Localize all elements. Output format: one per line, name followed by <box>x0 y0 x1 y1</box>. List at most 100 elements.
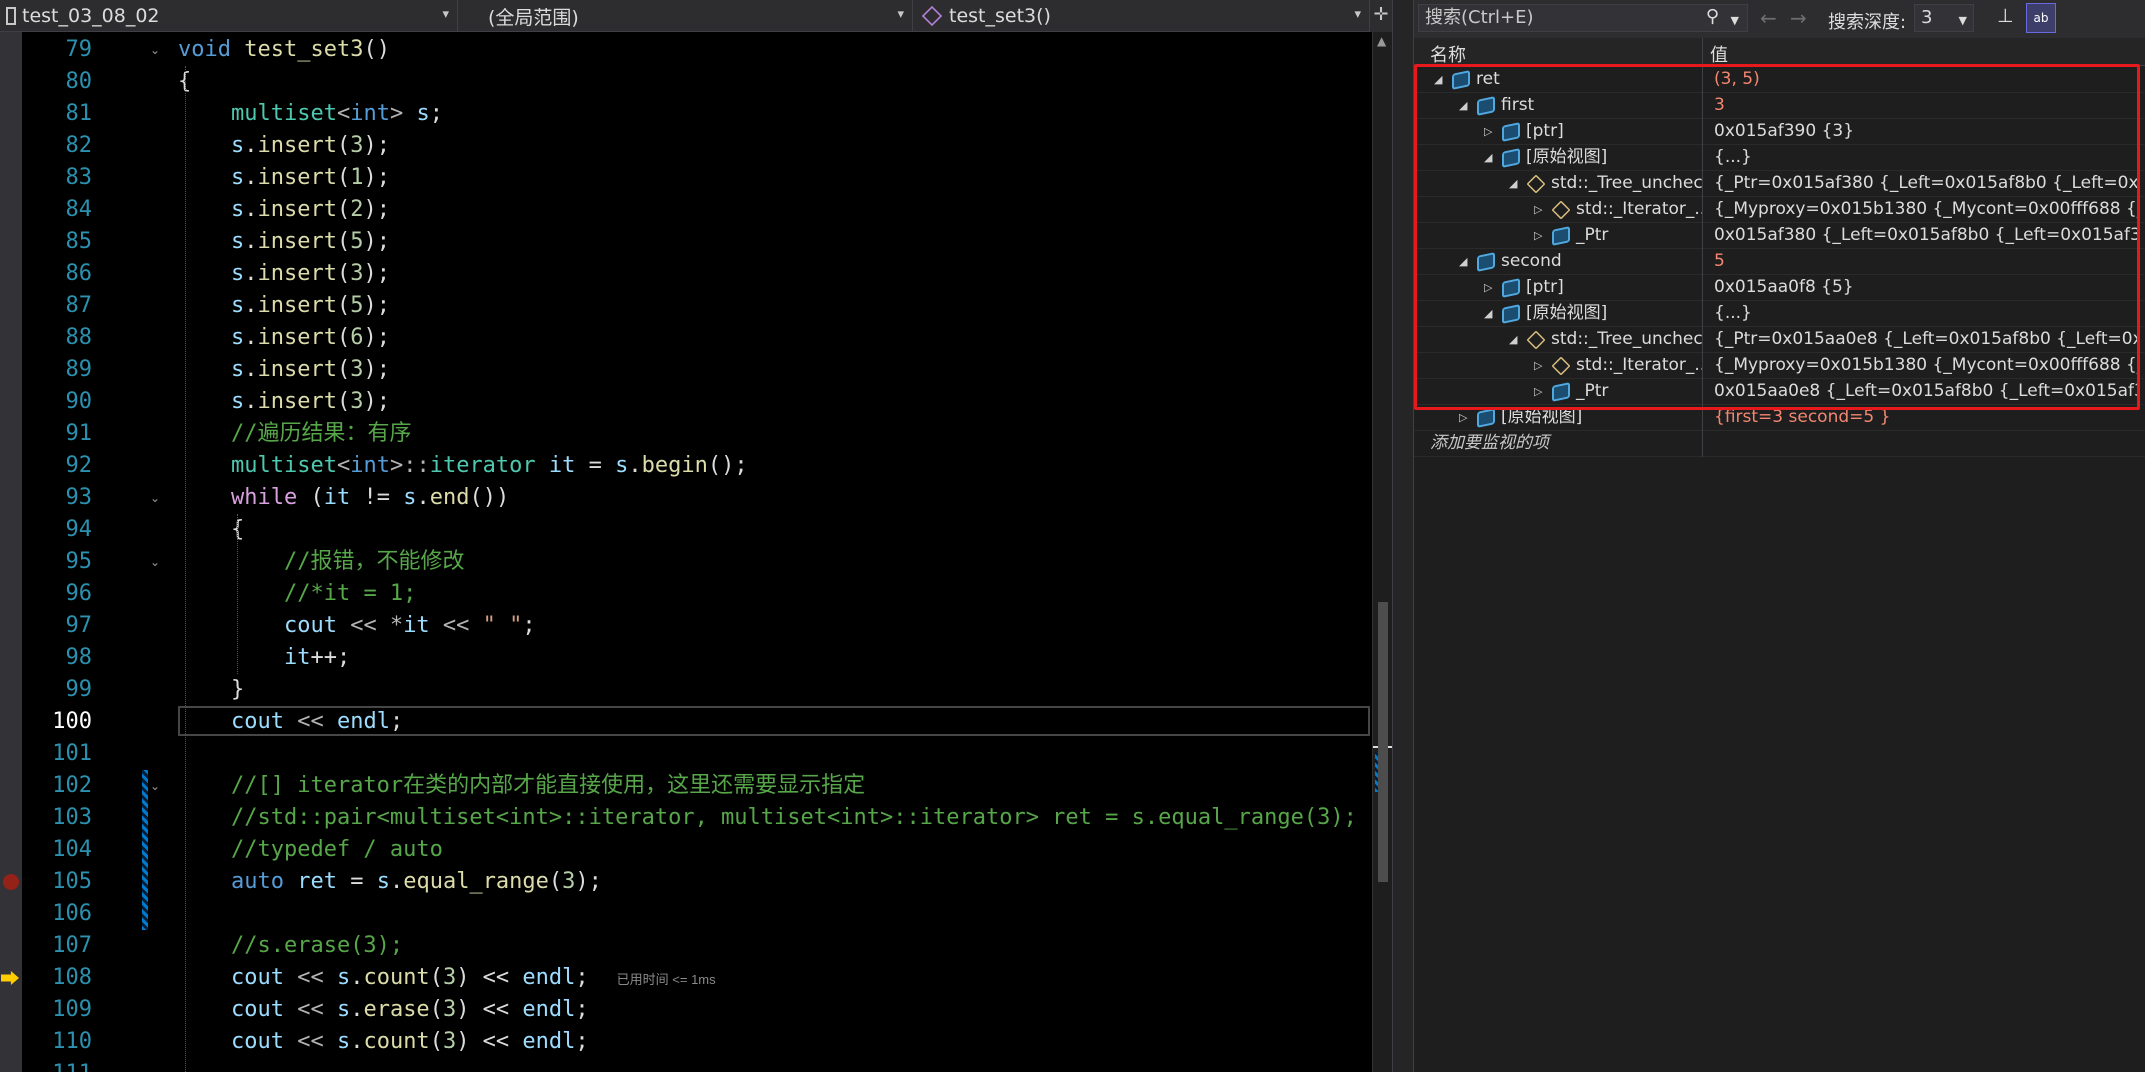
hex-display-toggle[interactable]: ab <box>2026 3 2056 33</box>
watch-search-input[interactable]: 搜索(Ctrl+E) ⚲ ▼ <box>1418 4 1748 32</box>
code-token: it <box>283 645 311 670</box>
code-token: ) << <box>456 1029 523 1054</box>
code-line[interactable]: //报错，不能修改 <box>178 546 1548 578</box>
code-token: ); <box>363 389 390 414</box>
code-token: << <box>283 709 337 734</box>
pin-icon[interactable]: ⊥ <box>1997 5 2014 27</box>
perf-tip[interactable]: 已用时间 <= 1ms <box>617 972 716 987</box>
code-line[interactable]: void test_set3() <box>178 34 1548 66</box>
fold-toggle-icon[interactable]: ⌄ <box>150 482 164 514</box>
code-line[interactable]: //遍历结果：有序 <box>178 418 1548 450</box>
code-line[interactable]: s.insert(5); <box>178 290 1548 322</box>
code-token: 3 <box>562 869 576 894</box>
code-line[interactable]: //s.erase(3); <box>178 930 1548 962</box>
code-token: 3 <box>350 389 364 414</box>
code-token: > <box>389 101 417 126</box>
code-line[interactable]: cout << s.count(3) << endl; 已用时间 <= 1ms <box>178 962 1548 994</box>
code-line[interactable]: cout << endl; <box>178 706 1548 738</box>
code-token: = <box>336 869 377 894</box>
code-line[interactable]: //[] iterator在类的内部才能直接使用，这里还需要显示指定 <box>178 770 1548 802</box>
function-dropdown[interactable]: test_set3() ▾ <box>913 0 1370 32</box>
chevron-down-icon[interactable]: ▼ <box>1731 10 1739 32</box>
code-line[interactable] <box>178 898 1548 930</box>
code-line[interactable]: while (it != s.end()) <box>178 482 1548 514</box>
back-arrow-icon[interactable]: ← <box>1760 6 1777 30</box>
code-line[interactable]: it++; <box>178 642 1548 674</box>
code-token: . <box>244 229 258 254</box>
indent-guide <box>237 514 238 674</box>
code-token: ); <box>363 133 390 158</box>
add-watch-row[interactable]: 添加要监视的项 <box>1414 431 2145 457</box>
code-line[interactable]: { <box>178 514 1548 546</box>
code-line[interactable]: //*it = 1; <box>178 578 1548 610</box>
chevron-down-icon: ▼ <box>1958 14 1967 27</box>
code-line[interactable]: s.insert(1); <box>178 162 1548 194</box>
code-line[interactable]: cout << *it << " "; <box>178 610 1548 642</box>
code-token: endl <box>336 709 390 734</box>
code-line[interactable]: s.insert(6); <box>178 322 1548 354</box>
fold-toggle-icon[interactable]: ⌄ <box>150 34 164 66</box>
code-line[interactable] <box>178 738 1548 770</box>
code-line[interactable]: cout << s.erase(3) << endl; <box>178 994 1548 1026</box>
code-token: ( <box>336 133 351 158</box>
code-token: ( <box>429 1029 443 1054</box>
code-line[interactable]: //typedef / auto <box>178 834 1548 866</box>
function-cube-icon <box>921 5 943 27</box>
code-token: ( <box>429 965 443 990</box>
variable-icon <box>1477 408 1495 428</box>
watch-toolbar: 搜索(Ctrl+E) ⚲ ▼ ← → 搜索深度: 3 ▼ ⊥ ab <box>1414 0 2145 38</box>
code-line[interactable]: s.insert(3); <box>178 354 1548 386</box>
project-dropdown[interactable]: test_03_08_02 ▾ <box>0 0 458 32</box>
code-line[interactable]: multiset<int> s; <box>178 98 1548 130</box>
search-depth-select[interactable]: 3 ▼ <box>1914 4 1974 32</box>
code-line[interactable]: //std::pair<multiset<int>::iterator, mul… <box>178 802 1548 834</box>
code-line[interactable]: { <box>178 66 1548 98</box>
code-line[interactable]: s.insert(3); <box>178 386 1548 418</box>
scope-dropdown[interactable]: (全局范围) ▾ <box>458 0 913 32</box>
fold-toggle-icon[interactable]: ⌄ <box>150 770 164 802</box>
column-separator[interactable] <box>1702 38 1703 66</box>
breakpoint-icon[interactable] <box>3 874 19 890</box>
code-line[interactable]: s.insert(3); <box>178 258 1548 290</box>
line-number: 94 <box>65 517 93 542</box>
code-token: s <box>230 197 245 222</box>
code-token: ) << <box>456 965 523 990</box>
code-token: //报错，不能修改 <box>283 549 465 574</box>
code-token: ( <box>336 293 351 318</box>
code-token: << <box>283 1029 337 1054</box>
code-token: ( <box>336 229 351 254</box>
splitter[interactable] <box>1392 0 1414 1072</box>
code-line[interactable]: cout << s.count(3) << endl; <box>178 1026 1548 1058</box>
code-token: 3 <box>442 965 457 990</box>
code-token: cout <box>230 1029 284 1054</box>
code-token: ; <box>429 101 443 126</box>
code-token: ( <box>336 197 351 222</box>
forward-arrow-icon[interactable]: → <box>1790 6 1807 30</box>
code-line[interactable]: multiset<int>::iterator it = s.begin(); <box>178 450 1548 482</box>
code-token: ; <box>522 613 536 638</box>
code-token: < <box>336 453 351 478</box>
code-editor[interactable]: ▲ 79 ⌄ void test_set3() 80{81 multiset<int>… <box>0 32 1393 1072</box>
code-line[interactable]: s.insert(5); <box>178 226 1548 258</box>
glyph-margin[interactable] <box>0 32 22 1072</box>
code-token: 3 <box>350 357 364 382</box>
code-line[interactable]: auto ret = s.equal_range(3); <box>178 866 1548 898</box>
code-token: << <box>429 613 483 638</box>
code-line[interactable]: s.insert(2); <box>178 194 1548 226</box>
code-token: auto <box>230 869 284 894</box>
code-token: . <box>244 293 258 318</box>
project-dropdown-label: test_03_08_02 <box>22 5 160 27</box>
code-token: insert <box>257 229 337 254</box>
split-window-button[interactable]: ✛ <box>1370 0 1392 32</box>
code-line[interactable] <box>178 1058 1548 1072</box>
code-line[interactable]: } <box>178 674 1548 706</box>
code-line[interactable]: s.insert(3); <box>178 130 1548 162</box>
code-token: s <box>230 261 245 286</box>
search-icon[interactable]: ⚲ <box>1706 6 1719 28</box>
code-token: ( <box>336 389 351 414</box>
code-token: s <box>230 133 245 158</box>
line-number: 81 <box>65 101 93 126</box>
code-token: . <box>389 869 404 894</box>
fold-toggle-icon[interactable]: ⌄ <box>150 546 164 578</box>
code-token: ( <box>548 869 563 894</box>
